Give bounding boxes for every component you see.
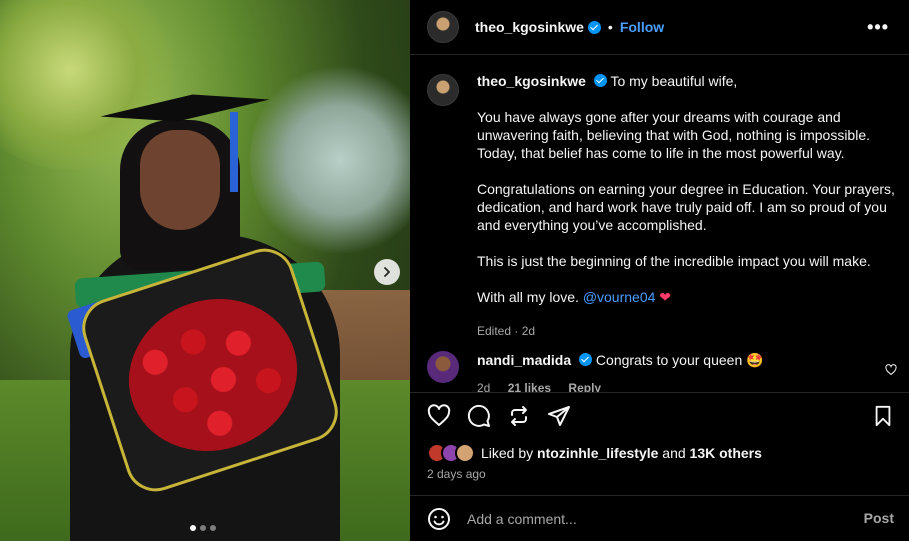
caption-author-username[interactable]: theo_kgosinkwe: [477, 73, 586, 89]
likes-summary[interactable]: Liked by ntozinhle_lifestyle and 13K oth…: [427, 443, 762, 463]
caption-paragraph: Congratulations on earning your degree i…: [477, 181, 895, 233]
verified-icon: [579, 353, 593, 366]
author-avatar[interactable]: [427, 11, 459, 43]
post-caption: theo_kgosinkwe To my beautiful wife, You…: [427, 72, 897, 340]
post-timestamp: 2 days ago: [427, 467, 486, 481]
likes-text: Liked by ntozinhle_lifestyle and 13K oth…: [481, 445, 762, 461]
carousel-indicator: [190, 525, 216, 531]
likes-others[interactable]: 13K others: [690, 445, 762, 461]
bookmark-icon: [875, 405, 891, 427]
likes-and: and: [662, 445, 686, 461]
comment-text: Congrats to your queen 🤩: [595, 352, 764, 368]
heart-icon: [885, 364, 897, 376]
header-separator: •: [607, 19, 613, 35]
repost-icon: [511, 405, 527, 426]
heart-icon: [427, 403, 451, 426]
repost-button[interactable]: [507, 404, 531, 428]
post-header: theo_kgosinkwe • Follow •••: [410, 0, 909, 55]
caption-paragraph: This is just the beginning of the incred…: [477, 253, 871, 269]
post-side-panel: theo_kgosinkwe • Follow ••• theo_kgosink…: [410, 0, 909, 541]
comment-button[interactable]: [467, 404, 491, 428]
caption-body: theo_kgosinkwe To my beautiful wife, You…: [477, 72, 897, 340]
comment-composer: Post: [410, 495, 909, 541]
liker-username[interactable]: ntozinhle_lifestyle: [537, 445, 658, 461]
caption-closing: With all my love.: [477, 289, 579, 305]
emoji-icon: [428, 507, 450, 530]
commenter-avatar[interactable]: [427, 351, 459, 383]
verified-icon: [593, 74, 607, 87]
author-username[interactable]: theo_kgosinkwe: [475, 19, 584, 35]
caption-author-avatar[interactable]: [427, 74, 459, 106]
share-icon: [548, 405, 570, 426]
chevron-right-icon: [384, 267, 390, 277]
like-button[interactable]: [427, 403, 451, 428]
cap-tassel: [230, 112, 238, 192]
heart-emoji: ❤: [659, 289, 672, 305]
carousel-next-button[interactable]: [374, 259, 400, 285]
emoji-button[interactable]: [427, 507, 451, 531]
comment-body: nandi_madida Congrats to your queen 🤩 2d…: [477, 351, 764, 397]
comment-input[interactable]: [467, 510, 827, 527]
caption-paragraph: You have always gone after your dreams w…: [477, 109, 870, 161]
carousel-dot-active: [190, 525, 196, 531]
commenter-username[interactable]: nandi_madida: [477, 352, 571, 368]
comment-item: nandi_madida Congrats to your queen 🤩 2d…: [427, 351, 897, 397]
caption-mention-link[interactable]: @vourne04: [583, 289, 656, 305]
carousel-dot: [210, 525, 216, 531]
person-face: [140, 130, 220, 230]
caption-greeting: To my beautiful wife,: [610, 73, 738, 89]
comment-icon: [467, 404, 490, 427]
photo-bokeh: [250, 60, 410, 260]
comment-like-button[interactable]: [885, 363, 897, 381]
post-action-bar: [410, 392, 909, 438]
more-icon[interactable]: •••: [867, 17, 889, 38]
post-photo[interactable]: [0, 0, 410, 541]
share-button[interactable]: [547, 404, 571, 428]
caption-meta: Edited · 2d: [477, 324, 536, 338]
follow-button[interactable]: Follow: [620, 19, 664, 35]
verified-icon: [587, 20, 601, 34]
carousel-dot: [200, 525, 206, 531]
save-button[interactable]: [872, 405, 894, 432]
liker-avatar: [455, 443, 475, 463]
likes-prefix: Liked by: [481, 445, 534, 461]
post-comment-button[interactable]: Post: [864, 510, 894, 526]
